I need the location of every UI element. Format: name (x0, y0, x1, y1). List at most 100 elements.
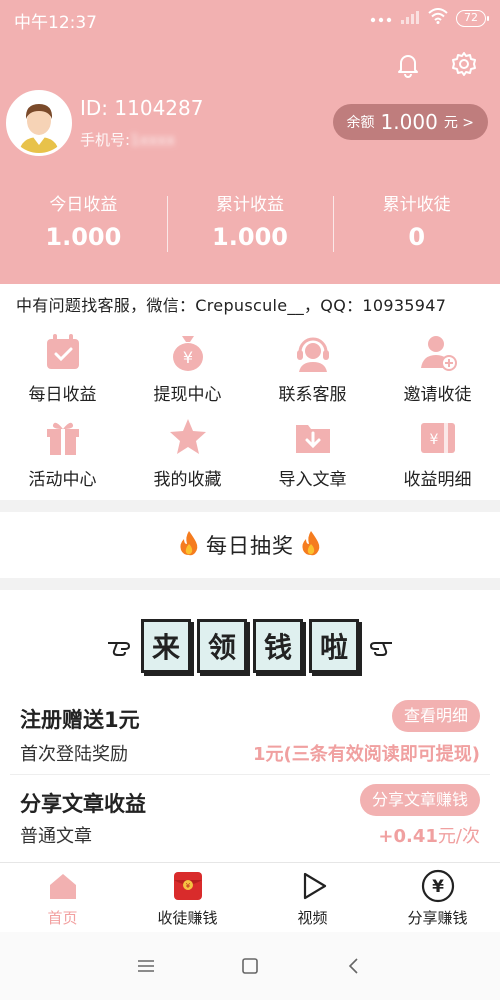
balance-unit: 元 > (443, 115, 474, 131)
stat-today-earnings[interactable]: 今日收益 1.000 (0, 190, 167, 264)
stat-value: 1.000 (45, 223, 122, 251)
svg-text:¥: ¥ (182, 348, 192, 367)
banner-tile: 领 (197, 619, 247, 673)
banner-tile: 钱 (253, 619, 303, 673)
menu-item-my-favorites[interactable]: 我的收藏 (125, 409, 250, 494)
avatar[interactable] (6, 90, 72, 156)
menu-item-label: 我的收藏 (153, 470, 222, 490)
svg-text:¥: ¥ (185, 882, 190, 890)
menu-item-import-article[interactable]: 导入文章 (250, 409, 375, 494)
app-screen: 中午12:37 72 ID: 1104287 手机号:1xxxx 余额 1.00… (0, 0, 500, 1000)
menu-item-earnings-detail[interactable]: ¥ 收益明细 (375, 409, 500, 494)
bottom-nav: 首页 ¥ 收徒赚钱 视频 ¥ 分享赚钱 (0, 862, 500, 932)
back-chevron-icon[interactable] (343, 955, 365, 977)
fire-icon (300, 530, 322, 560)
calendar-icon (41, 330, 85, 374)
red-envelope-icon: ¥ (171, 869, 205, 903)
pointing-hand-right-icon (105, 631, 135, 661)
menu-item-contact-support[interactable]: 联系客服 (250, 324, 375, 409)
view-details-button[interactable]: 查看明细 (391, 700, 480, 732)
share-earnings-title: 分享文章收益 (20, 792, 146, 816)
share-value-unit: 元/次 (437, 826, 480, 847)
banner-tile: 啦 (309, 619, 359, 673)
notice-text: 中有问题找客服，微信：Crepuscule__，QQ：10935947 (16, 296, 447, 315)
nav-share-earn[interactable]: ¥ 分享赚钱 (375, 863, 500, 932)
yen-coin-icon: ¥ (421, 869, 455, 903)
menu-item-label: 活动中心 (28, 470, 97, 490)
home-icon (46, 869, 80, 903)
gift-icon (41, 415, 85, 459)
nav-home[interactable]: 首页 (0, 863, 125, 932)
add-user-icon (416, 330, 460, 374)
gear-icon[interactable] (450, 50, 478, 78)
stat-total-apprentices[interactable]: 累计收徒 0 (333, 190, 500, 264)
import-folder-icon (291, 415, 335, 459)
money-bag-icon: ¥ (166, 330, 210, 374)
share-article-button[interactable]: 分享文章赚钱 (359, 784, 480, 816)
play-icon (296, 869, 330, 903)
menu-grid: 每日收益 ¥ 提现中心 联系客服 邀请收徒 活动中心 我的收藏 导入文章 ¥ 收… (0, 324, 500, 500)
battery-indicator: 72 (456, 9, 489, 27)
nav-video[interactable]: 视频 (250, 863, 375, 932)
register-bonus-value: 1元(三条有效阅读即可提现) (253, 744, 480, 765)
menu-item-withdraw-center[interactable]: ¥ 提现中心 (125, 324, 250, 409)
menu-item-daily-earnings[interactable]: 每日收益 (0, 324, 125, 409)
notice-marquee: 中有问题找客服，微信：Crepuscule__，QQ：10935947 (0, 284, 500, 324)
menu-item-label: 提现中心 (153, 385, 222, 405)
home-square-icon[interactable] (239, 955, 261, 977)
nav-label: 首页 (47, 909, 78, 927)
wallet-icon: ¥ (416, 415, 460, 459)
menu-item-label: 每日收益 (28, 385, 97, 405)
more-dots-icon (370, 9, 392, 28)
phone-masked: 1xxxx (130, 131, 176, 149)
signal-icon (400, 9, 420, 28)
menu-item-label: 导入文章 (278, 470, 347, 490)
stat-label: 今日收益 (49, 195, 118, 215)
nav-label: 收徒赚钱 (157, 909, 218, 927)
stat-value: 1.000 (212, 223, 288, 251)
daily-lottery-button[interactable]: 每日抽奖 (0, 512, 500, 578)
menu-item-label: 邀请收徒 (403, 385, 472, 405)
share-earnings-row: 分享文章收益 分享文章赚钱 普通文章 +0.41元/次 (20, 784, 480, 850)
status-icons: 72 (370, 8, 489, 28)
menu-item-label: 联系客服 (278, 385, 347, 405)
balance-button[interactable]: 余额 1.000 元 > (332, 104, 488, 140)
status-time: 中午12:37 (14, 13, 97, 33)
balance-amount: 1.000 (380, 110, 438, 134)
register-bonus-title: 注册赠送1元 (20, 708, 140, 732)
stat-value: 0 (408, 223, 426, 251)
stat-total-earnings[interactable]: 累计收益 1.000 (166, 190, 334, 264)
pointing-hand-left-icon (365, 631, 395, 661)
menu-item-activity-center[interactable]: 活动中心 (0, 409, 125, 494)
nav-recruit-earn[interactable]: ¥ 收徒赚钱 (125, 863, 250, 932)
nav-label: 分享赚钱 (407, 909, 468, 927)
come-get-money-banner: 来 领 钱 啦 (0, 606, 500, 686)
user-id: ID: 1104287 (80, 96, 204, 120)
register-bonus-subtitle: 首次登陆奖励 (20, 744, 128, 765)
bell-icon[interactable] (394, 50, 422, 78)
profile-header: 中午12:37 72 ID: 1104287 手机号:1xxxx 余额 1.00… (0, 0, 500, 284)
share-earnings-subtitle: 普通文章 (20, 826, 92, 847)
stats-row: 今日收益 1.000 累计收益 1.000 累计收徒 0 (0, 190, 500, 264)
star-icon (166, 415, 210, 459)
rewards-section: 来 领 钱 啦 注册赠送1元 查看明细 首次登陆奖励 1元(三条有效阅读即可提现… (0, 590, 500, 862)
share-earnings-value: +0.41元/次 (378, 822, 480, 848)
status-bar: 中午12:37 72 (0, 0, 500, 36)
wifi-icon (428, 8, 448, 28)
balance-label: 余额 (346, 115, 375, 131)
menu-item-label: 收益明细 (403, 470, 472, 490)
divider (10, 774, 490, 775)
menu-item-invite-apprentice[interactable]: 邀请收徒 (375, 324, 500, 409)
svg-text:¥: ¥ (432, 877, 444, 897)
stat-label: 累计收益 (216, 195, 284, 215)
stat-label: 累计收徒 (382, 195, 451, 215)
register-bonus-row: 注册赠送1元 查看明细 首次登陆奖励 1元(三条有效阅读即可提现) (20, 696, 480, 765)
share-value-amount: +0.41 (378, 826, 438, 847)
svg-text:¥: ¥ (429, 432, 438, 448)
user-phone: 手机号:1xxxx (80, 129, 175, 150)
lottery-title: 每日抽奖 (206, 534, 294, 558)
support-icon (291, 330, 335, 374)
fire-icon (178, 530, 200, 560)
nav-label: 视频 (297, 909, 328, 927)
menu-lines-icon[interactable] (135, 955, 157, 977)
